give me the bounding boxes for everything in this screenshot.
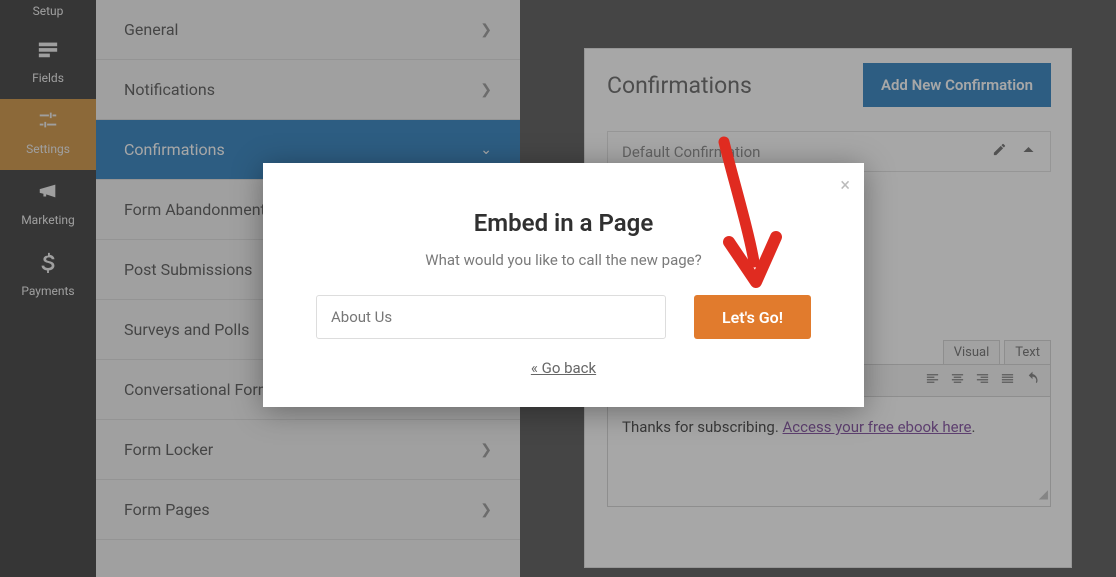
chevron-right-icon: ❯ (480, 82, 492, 98)
resize-handle-icon[interactable]: ◢ (1039, 485, 1048, 504)
settings-label: Form Locker (124, 440, 213, 459)
chevron-right-icon: ❯ (480, 442, 492, 458)
align-justify-icon[interactable] (1000, 371, 1015, 390)
align-right-icon[interactable] (975, 371, 990, 390)
settings-item-form-locker[interactable]: Form Locker ❯ (96, 420, 520, 480)
settings-label: Notifications (124, 80, 215, 99)
sidebar-item-marketing[interactable]: Marketing (0, 170, 96, 241)
undo-icon[interactable] (1025, 371, 1040, 390)
embed-modal: × Embed in a Page What would you like to… (263, 163, 864, 407)
sidebar-item-fields[interactable]: Fields (0, 28, 96, 99)
chevron-right-icon: ❯ (480, 22, 492, 38)
settings-label: General (124, 20, 178, 39)
settings-item-general[interactable]: General ❯ (96, 0, 520, 60)
sidebar-item-payments[interactable]: Payments (0, 241, 96, 312)
sidebar-item-setup[interactable]: Setup (0, 0, 96, 28)
confirmation-row-label: Default Confirmation (622, 143, 760, 161)
chevron-right-icon: ❯ (480, 502, 492, 518)
go-back-link[interactable]: « Go back (289, 359, 838, 377)
settings-label: Conversational Forms (124, 380, 280, 399)
page-name-input[interactable] (316, 295, 666, 339)
sidebar-item-settings[interactable]: Settings (0, 99, 96, 170)
editor-text: Thanks for subscribing. (622, 418, 783, 436)
editor-link[interactable]: Access your free ebook here (783, 418, 972, 436)
settings-item-form-pages[interactable]: Form Pages ❯ (96, 480, 520, 540)
sidebar-label: Payments (21, 284, 74, 298)
page-title: Confirmations (607, 72, 752, 99)
modal-subtitle: What would you like to call the new page… (289, 251, 838, 269)
settings-item-notifications[interactable]: Notifications ❯ (96, 60, 520, 120)
edit-icon[interactable] (992, 142, 1007, 161)
settings-label: Surveys and Polls (124, 320, 249, 339)
settings-label: Post Submissions (124, 260, 252, 279)
row-tools (992, 142, 1036, 161)
tab-visual[interactable]: Visual (943, 340, 1001, 364)
tab-text[interactable]: Text (1004, 340, 1051, 364)
settings-label: Form Abandonment (124, 200, 266, 219)
bullhorn-icon (37, 180, 59, 207)
sidebar-label: Marketing (21, 213, 75, 227)
chevron-down-icon: ⌄ (480, 142, 492, 158)
modal-form-row: Let's Go! (289, 295, 838, 339)
dollar-icon (37, 251, 59, 278)
admin-sidebar: Setup Fields Settings Marketing Payments (0, 0, 96, 577)
sidebar-label: Fields (32, 71, 64, 85)
align-center-icon[interactable] (950, 371, 965, 390)
editor-content[interactable]: Thanks for subscribing. Access your free… (607, 397, 1051, 507)
align-left-icon[interactable] (925, 371, 940, 390)
sliders-icon (37, 109, 59, 136)
lets-go-button[interactable]: Let's Go! (694, 295, 811, 339)
sidebar-label: Setup (33, 4, 64, 18)
add-new-confirmation-button[interactable]: Add New Confirmation (863, 63, 1051, 107)
settings-label: Confirmations (124, 140, 225, 159)
panel-header: Confirmations Add New Confirmation (607, 63, 1051, 107)
collapse-icon[interactable] (1021, 142, 1036, 161)
sidebar-label: Settings (26, 142, 70, 156)
close-icon[interactable]: × (840, 175, 850, 196)
settings-label: Form Pages (124, 500, 210, 519)
modal-title: Embed in a Page (289, 209, 838, 237)
editor-text: . (972, 418, 976, 436)
fields-icon (37, 38, 59, 65)
